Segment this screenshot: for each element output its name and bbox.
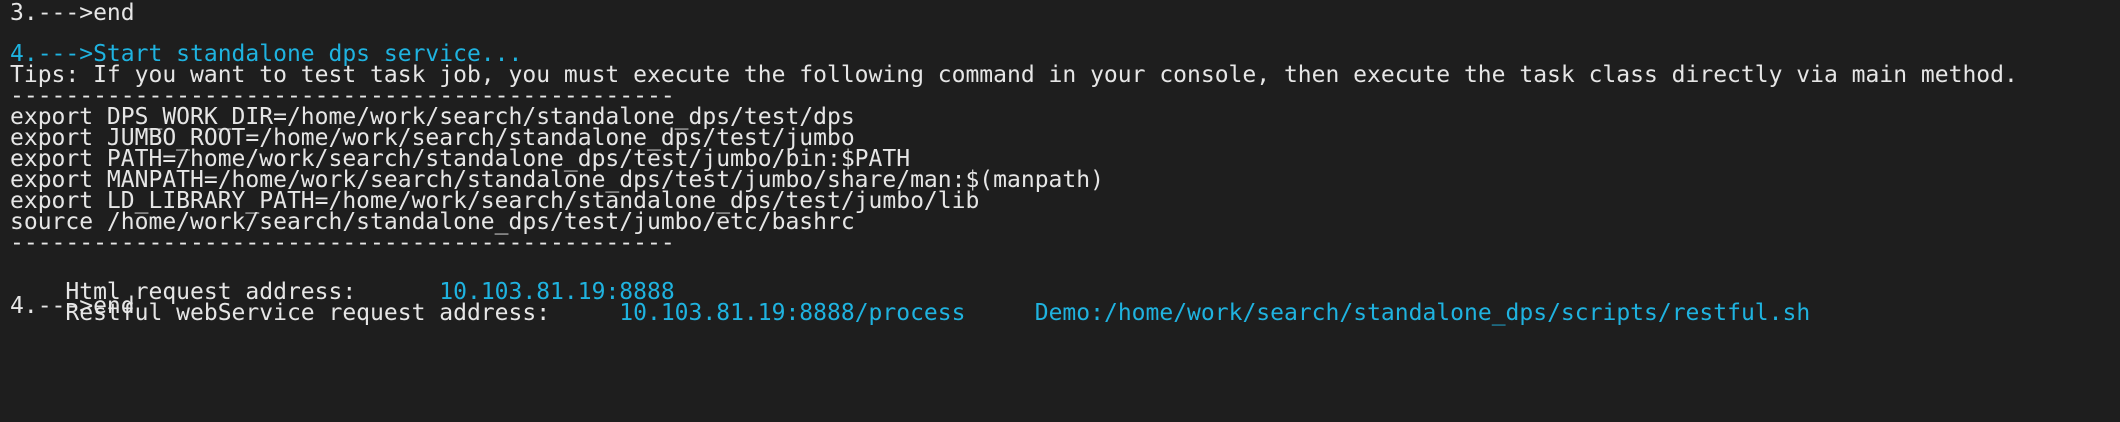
restful-demo-path[interactable]: Demo:/home/work/search/standalone_dps/sc… [1035,300,1810,326]
restful-address-label: Restful webService request address: [65,300,551,326]
terminal-line-step3-end: 3.--->end [10,0,135,26]
terminal-line-step4-end: 4.--->end [10,293,135,319]
terminal-line-restful-address: Restful webService request address: 10.1… [10,271,1810,326]
restful-address-value[interactable]: 10.103.81.19:8888/process [619,300,965,326]
terminal-window[interactable]: 3.--->end 4.--->Start standalone dps ser… [0,0,2120,422]
